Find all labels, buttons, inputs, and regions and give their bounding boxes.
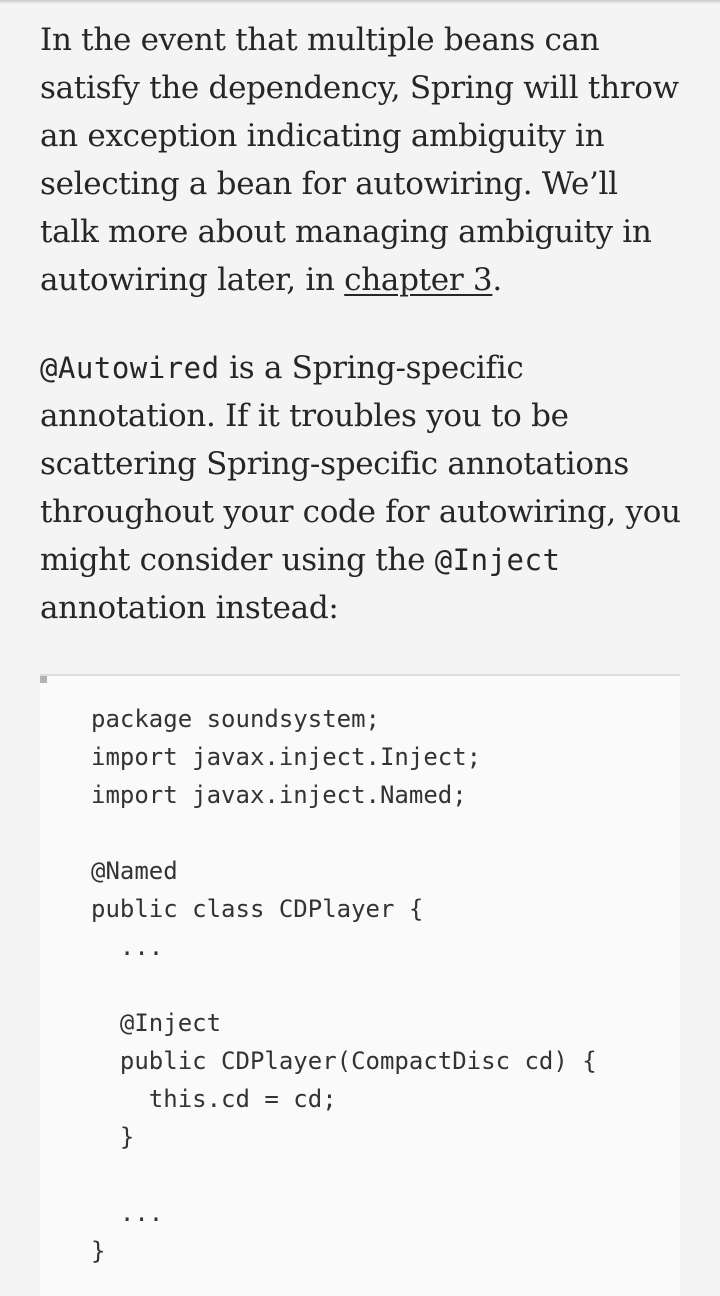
code-line: public class CDPlayer { [91, 895, 424, 923]
code-line: import javax.inject.Inject; [91, 743, 482, 771]
code-listing: package soundsystem; import javax.inject… [40, 674, 680, 1296]
paragraph-text: annotation instead: [40, 590, 339, 626]
code-line: } [91, 1123, 135, 1151]
code-line: } [91, 1237, 106, 1265]
paragraph-ambiguity: In the event that multiple beans can sat… [40, 16, 685, 304]
inline-code-autowired: @Autowired [40, 351, 220, 385]
code-lines: package soundsystem; import javax.inject… [91, 700, 597, 1270]
inline-code-inject: @Inject [434, 543, 561, 577]
code-line: ... [91, 933, 164, 961]
code-line: this.cd = cd; [91, 1085, 337, 1113]
paragraph-autowired: @Autowired is a Spring-specific annotati… [40, 344, 685, 632]
paragraph-text: In the event that multiple beans can sat… [40, 22, 679, 298]
article-content: In the event that multiple beans can sat… [40, 16, 685, 632]
code-line: @Inject [91, 1009, 222, 1037]
code-line: public CDPlayer(CompactDisc cd) { [91, 1047, 597, 1075]
code-line: import javax.inject.Named; [91, 781, 467, 809]
code-line: package soundsystem; [91, 705, 380, 733]
top-shadow [0, 0, 720, 4]
code-line: @Named [91, 857, 178, 885]
chapter-3-link[interactable]: chapter 3 [344, 262, 492, 298]
code-listing-marker [40, 676, 47, 683]
code-line: ... [91, 1199, 164, 1227]
paragraph-text: . [492, 262, 502, 298]
